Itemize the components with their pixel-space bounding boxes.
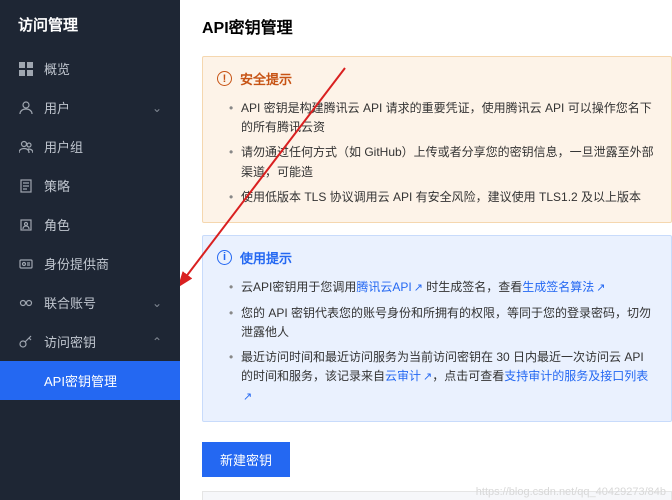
alert-item: 最近访问时间和最近访问服务为当前访问密钥在 30 日内最近一次访问云 API 的… <box>241 345 657 409</box>
audit-list-link[interactable]: 支持审计的服务及接口列表 <box>504 369 648 383</box>
key-icon <box>18 334 34 350</box>
sidebar-item-label: 联合账号 <box>44 293 152 312</box>
warning-icon: ! <box>217 71 232 86</box>
sidebar-item-idp[interactable]: 身份提供商 <box>0 244 180 283</box>
watermark: https://blog.csdn.net/qq_40429273/84b <box>476 486 666 498</box>
sidebar-item-label: 角色 <box>44 215 162 234</box>
alert-item: 使用低版本 TLS 协议调用云 API 有安全风险，建议使用 TLS1.2 及以… <box>241 185 657 210</box>
user-icon <box>18 100 34 116</box>
sidebar-title: 访问管理 <box>0 0 180 49</box>
chevron-up-icon: ⌃ <box>152 335 162 349</box>
main-content: API密钥管理 ! 安全提示 API 密钥是构建腾讯云 API 请求的重要凭证，… <box>180 0 672 500</box>
alert-item: API 密钥是构建腾讯云 API 请求的重要凭证，使用腾讯云 API 可以操作您… <box>241 96 657 140</box>
sidebar-item-apikey[interactable]: API密钥管理 <box>0 361 180 400</box>
external-icon: ↗ <box>414 282 423 294</box>
dashboard-icon <box>18 61 34 77</box>
sidebar-item-label: 用户 <box>44 98 152 117</box>
sidebar-item-role[interactable]: 角色 <box>0 205 180 244</box>
external-icon: ↗ <box>596 282 605 294</box>
sidebar-item-label: 概览 <box>44 59 162 78</box>
external-icon: ↗ <box>243 391 252 403</box>
security-alert: ! 安全提示 API 密钥是构建腾讯云 API 请求的重要凭证，使用腾讯云 AP… <box>202 56 672 223</box>
chevron-down-icon: ⌄ <box>152 296 162 310</box>
alert-heading: 使用提示 <box>240 248 292 267</box>
chevron-down-icon: ⌄ <box>152 101 162 115</box>
sidebar-item-federation[interactable]: 联合账号 ⌄ <box>0 283 180 322</box>
sidebar-item-label: 用户组 <box>44 137 162 156</box>
doc-icon <box>18 178 34 194</box>
id-icon <box>18 256 34 272</box>
alert-item: 云API密钥用于您调用腾讯云API↗ 时生成签名，查看生成签名算法↗ <box>241 275 657 301</box>
sidebar-item-accesskey[interactable]: 访问密钥 ⌃ <box>0 322 180 361</box>
sidebar-item-label: 身份提供商 <box>44 254 162 273</box>
sidebar-item-usergroup[interactable]: 用户组 <box>0 127 180 166</box>
alert-item: 您的 API 密钥代表您的账号身份和所拥有的权限，等同于您的登录密码，切勿泄露他… <box>241 301 657 345</box>
info-icon: i <box>217 250 232 265</box>
external-icon: ↗ <box>423 371 432 383</box>
usage-alert: i 使用提示 云API密钥用于您调用腾讯云API↗ 时生成签名，查看生成签名算法… <box>202 235 672 422</box>
role-icon <box>18 217 34 233</box>
sidebar-item-policy[interactable]: 策略 <box>0 166 180 205</box>
alert-item: 请勿通过任何方式（如 GitHub）上传或者分享您的密钥信息，一旦泄露至外部渠道… <box>241 140 657 184</box>
link-icon <box>18 295 34 311</box>
signature-link[interactable]: 生成签名算法 <box>522 280 594 294</box>
sidebar-item-user[interactable]: 用户 ⌄ <box>0 88 180 127</box>
audit-link[interactable]: 云审计 <box>385 369 421 383</box>
sidebar-item-label: 访问密钥 <box>44 332 152 351</box>
users-icon <box>18 139 34 155</box>
sidebar-item-overview[interactable]: 概览 <box>0 49 180 88</box>
new-key-button[interactable]: 新建密钥 <box>202 442 290 477</box>
sidebar-item-label: 策略 <box>44 176 162 195</box>
sidebar: 访问管理 概览 用户 ⌄ 用户组 策略 角色 身份提供商 联合 <box>0 0 180 500</box>
page-title: API密钥管理 <box>202 14 672 38</box>
api-link[interactable]: 腾讯云API <box>356 280 411 294</box>
alert-heading: 安全提示 <box>240 69 292 88</box>
sidebar-item-label: API密钥管理 <box>44 371 162 390</box>
